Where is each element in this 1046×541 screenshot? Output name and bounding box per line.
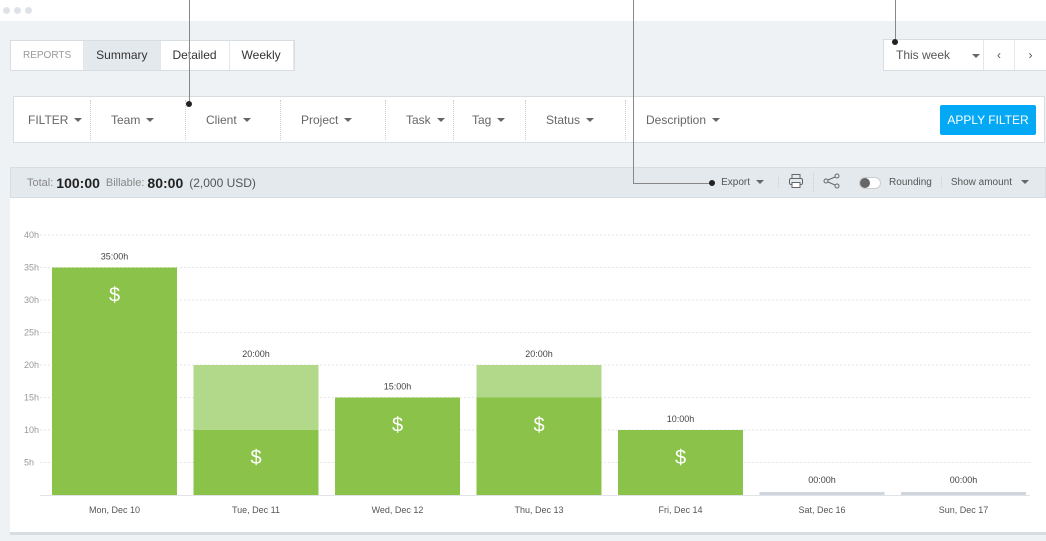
filter-project-label: Project — [301, 112, 339, 127]
show-amount-label: Show amount — [950, 177, 1012, 188]
y-tick-label: 15h — [24, 393, 39, 403]
bar-value-label: 20:00h — [242, 349, 270, 359]
next-button[interactable]: › — [1015, 40, 1046, 70]
filter-status[interactable]: Status — [526, 99, 626, 140]
title-bar — [0, 0, 1046, 21]
billable-bar — [476, 397, 602, 495]
y-tick-label: 35h — [24, 263, 39, 273]
apply-filter-button[interactable]: APPLY FILTER — [940, 105, 1036, 135]
y-tick-label: 20h — [24, 360, 39, 370]
rounding-toggle[interactable]: Rounding — [850, 176, 941, 189]
chevron-down-icon — [74, 118, 83, 123]
callout-dot — [186, 101, 192, 107]
billable-label: Billable: — [105, 176, 145, 189]
chevron-down-icon — [242, 118, 251, 123]
x-tick-label: Sun, Dec 17 — [939, 505, 989, 515]
billable-value: 80:00 — [147, 174, 184, 191]
show-amount-select[interactable]: Show amount — [940, 177, 1045, 188]
y-tick-label: 5h — [24, 458, 34, 468]
filter-task[interactable]: Task — [386, 99, 454, 140]
y-tick-label: 30h — [24, 295, 39, 305]
filter-team-label: Team — [111, 112, 141, 127]
dollar-icon: $ — [533, 415, 544, 437]
bar-value-label: 35:00h — [101, 252, 129, 262]
callout-line — [895, 0, 896, 42]
x-tick-label: Mon, Dec 10 — [89, 505, 140, 515]
bar-value-label: 15:00h — [384, 382, 412, 392]
tab-detailed[interactable]: Detailed — [161, 41, 230, 70]
filter-tag-label: Tag — [472, 112, 492, 127]
bar-value-label: 10:00h — [667, 414, 695, 424]
filter-text: FILTER — [28, 112, 69, 127]
x-tick-label: Fri, Dec 14 — [658, 505, 702, 515]
nonbillable-bar — [193, 365, 319, 430]
export-label: Export — [721, 177, 751, 188]
x-tick-label: Sat, Dec 16 — [798, 505, 845, 515]
callout-dot — [892, 39, 898, 45]
bar-value-label: 00:00h — [950, 475, 978, 485]
x-tick-label: Wed, Dec 12 — [372, 505, 424, 515]
chart-svg: 5h 10h 15h 20h 25h 30h 35h 40h $35:00h Mon, Dec 1… — [24, 230, 1030, 515]
range-value: This week — [896, 48, 951, 62]
tab-weekly[interactable]: Weekly — [230, 41, 294, 70]
filter-label[interactable]: FILTER — [14, 99, 91, 140]
window-dot[interactable] — [25, 7, 32, 14]
chevron-down-icon — [344, 118, 353, 123]
total-value: 100:00 — [56, 174, 100, 191]
filter-task-label: Task — [406, 112, 431, 127]
window-dot[interactable] — [14, 7, 21, 14]
callout-line — [189, 0, 190, 104]
prev-button[interactable]: ‹ — [984, 40, 1015, 70]
chevron-down-icon — [436, 118, 445, 123]
filter-client[interactable]: Client — [186, 99, 281, 140]
y-tick-label: 10h — [24, 425, 39, 435]
dollar-icon: $ — [675, 447, 686, 469]
chevron-down-icon — [972, 53, 981, 58]
chevron-down-icon — [497, 118, 506, 123]
summary-bar: Total: 100:00 Billable: 80:00 (2,000 USD) … — [10, 167, 1046, 198]
chevron-down-icon — [756, 180, 765, 185]
bar-chart: 5h 10h 15h 20h 25h 30h 35h 40h $35:00h Mon, Dec 1… — [10, 198, 1046, 535]
callout-line — [633, 0, 634, 184]
export-button[interactable]: Export — [712, 177, 780, 188]
filter-description-label: Description — [646, 112, 707, 127]
filter-client-label: Client — [206, 112, 237, 127]
chevron-down-icon — [712, 118, 721, 123]
billable-bar — [335, 397, 460, 495]
filter-description[interactable]: Description — [626, 100, 721, 140]
filter-tag[interactable]: Tag — [454, 99, 526, 140]
date-range-picker: This week ‹ › — [883, 39, 1046, 71]
bar-value-label: 20:00h — [525, 349, 553, 359]
tab-summary[interactable]: Summary — [84, 41, 161, 70]
total-label: Total: — [27, 176, 54, 189]
x-tick-label: Thu, Dec 13 — [514, 505, 563, 515]
dollar-icon: $ — [109, 285, 120, 307]
window-dot[interactable] — [3, 7, 10, 14]
nonbillable-bar — [476, 365, 602, 398]
toolbar: Export Rounding Show amount — [712, 168, 1045, 197]
bar-value-label: 00:00h — [808, 475, 836, 485]
x-tick-label: Tue, Dec 11 — [232, 505, 280, 515]
chevron-down-icon — [146, 118, 155, 123]
filter-team[interactable]: Team — [91, 99, 186, 140]
rounding-label: Rounding — [889, 177, 932, 188]
callout-dot — [709, 180, 715, 186]
share-icon[interactable] — [814, 173, 850, 192]
chevron-down-icon — [586, 118, 595, 123]
toggle-switch[interactable] — [859, 176, 882, 189]
filter-status-label: Status — [546, 112, 581, 127]
callout-line — [633, 183, 712, 184]
chevron-down-icon — [1021, 180, 1029, 185]
range-select[interactable]: This week — [884, 40, 984, 70]
report-tabs: REPORTS Summary Detailed Weekly — [10, 40, 295, 71]
print-icon[interactable] — [779, 173, 815, 192]
billable-amount: (2,000 USD) — [189, 175, 256, 190]
y-tick-label: 25h — [24, 328, 39, 338]
y-tick-label: 40h — [24, 230, 39, 240]
reports-label: REPORTS — [11, 41, 85, 70]
filter-project[interactable]: Project — [281, 99, 386, 140]
filter-bar: FILTER Team Client Project Task Tag Stat… — [13, 96, 1045, 143]
dollar-icon: $ — [250, 447, 261, 469]
dollar-icon: $ — [392, 415, 403, 437]
